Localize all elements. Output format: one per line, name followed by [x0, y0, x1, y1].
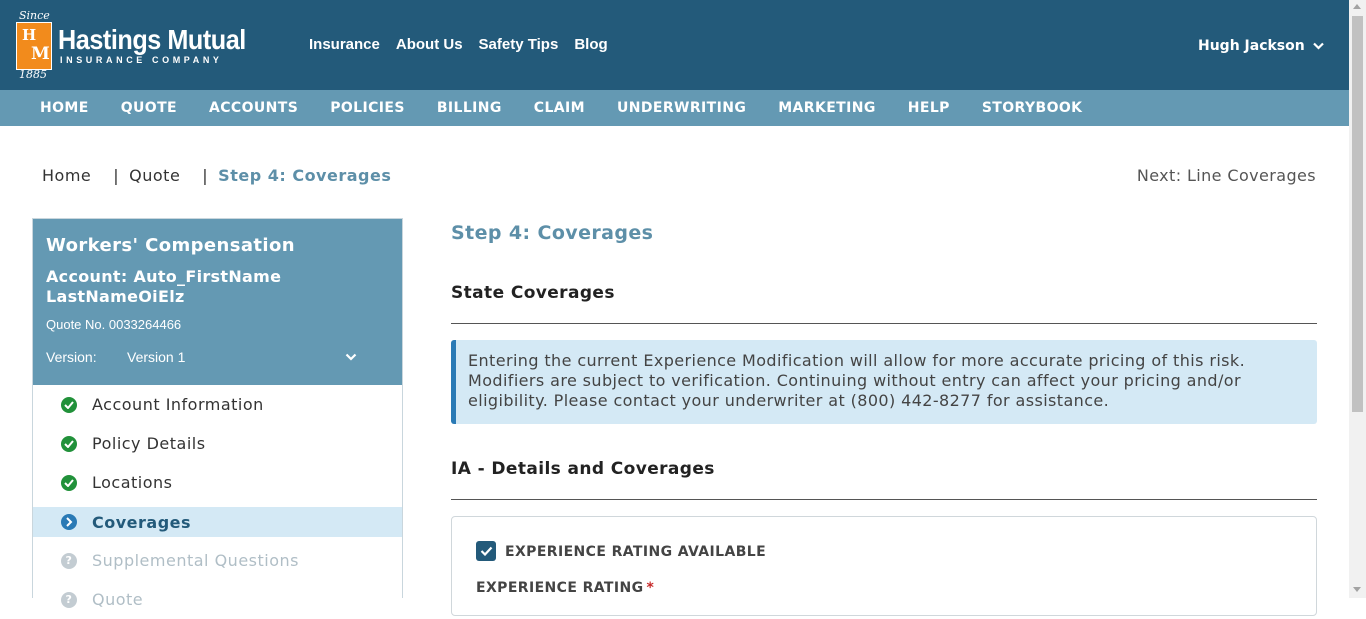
user-menu[interactable]: Hugh Jackson	[1198, 38, 1324, 54]
breadcrumb-current: Step 4: Coverages	[218, 166, 392, 185]
scroll-down-arrow-icon[interactable]	[1353, 587, 1361, 592]
step-label: Coverages	[92, 512, 192, 532]
main-nav-marketing[interactable]: MARKETING	[778, 100, 876, 116]
main-nav-storybook[interactable]: STORYBOOK	[982, 100, 1083, 116]
experience-mod-alert: Entering the current Experience Modifica…	[451, 340, 1317, 424]
breadcrumb-separator: |	[113, 166, 120, 185]
logo-letter-h: H	[22, 26, 37, 44]
step-list: Account Information Policy Details Locat…	[33, 385, 402, 619]
next-step-link[interactable]: Next: Line Coverages	[1137, 166, 1316, 185]
ia-details-heading: IA - Details and Coverages	[451, 459, 715, 479]
quote-sidebar: Workers' Compensation Account: Auto_Firs…	[32, 218, 403, 609]
logo-since-text: Since	[19, 9, 50, 22]
step-label: Policy Details	[92, 434, 206, 453]
breadcrumb: Home | Quote | Step 4: Coverages	[42, 166, 391, 185]
step-account-information[interactable]: Account Information	[33, 385, 402, 424]
page-scrollbar[interactable]	[1349, 0, 1366, 598]
main-nav-billing[interactable]: BILLING	[437, 100, 502, 116]
logo-mark[interactable]: H M	[16, 22, 52, 70]
top-nav-blog[interactable]: Blog	[574, 36, 607, 53]
sidebar-title: Workers' Compensation	[46, 235, 295, 256]
scrollbar-thumb[interactable]	[1352, 16, 1363, 412]
divider	[451, 323, 1317, 324]
main-nav-policies[interactable]: POLICIES	[330, 100, 405, 116]
logo-year-text: 1885	[19, 68, 47, 81]
sidebar-header: Workers' Compensation Account: Auto_Firs…	[33, 219, 402, 385]
required-marker: *	[646, 580, 655, 596]
scroll-up-arrow-icon[interactable]	[1353, 4, 1361, 9]
main-nav-underwriting[interactable]: UNDERWRITING	[617, 100, 746, 116]
checkmark-icon	[480, 546, 492, 556]
check-circle-icon	[61, 474, 77, 491]
chevron-down-icon	[1312, 42, 1324, 50]
main-nav-quote[interactable]: QUOTE	[121, 100, 177, 116]
step-label: Locations	[92, 473, 173, 492]
main-nav-home[interactable]: HOME	[40, 100, 89, 116]
version-value: Version 1	[127, 349, 186, 365]
check-circle-icon	[61, 396, 77, 413]
main-nav-help[interactable]: HELP	[908, 100, 950, 116]
experience-rating-available-checkbox[interactable]	[476, 541, 496, 561]
divider	[451, 499, 1317, 500]
state-coverages-heading: State Coverages	[451, 283, 615, 303]
ia-coverages-panel: EXPERIENCE RATING AVAILABLE EXPERIENCE R…	[451, 516, 1317, 616]
check-circle-icon	[61, 435, 77, 452]
breadcrumb-home[interactable]: Home	[42, 166, 91, 185]
experience-rating-label-text: EXPERIENCE RATING	[476, 580, 644, 596]
page-title: Step 4: Coverages	[451, 222, 654, 244]
chevron-down-icon	[345, 353, 357, 361]
top-nav-about-us[interactable]: About Us	[396, 36, 463, 53]
main-nav-claim[interactable]: CLAIM	[534, 100, 585, 116]
user-name: Hugh Jackson	[1198, 38, 1305, 54]
version-selector[interactable]: Version: Version 1	[46, 349, 389, 365]
step-label: Quote	[92, 590, 144, 609]
top-nav-insurance[interactable]: Insurance	[309, 36, 380, 53]
main-nav-accounts[interactable]: ACCOUNTS	[209, 100, 298, 116]
step-quote[interactable]: ? Quote	[33, 580, 402, 619]
step-supplemental-questions[interactable]: ? Supplemental Questions	[33, 541, 402, 580]
brand-subtitle: INSURANCE COMPANY	[60, 55, 223, 65]
chevron-right-circle-icon	[61, 514, 77, 530]
question-circle-icon: ?	[61, 552, 77, 569]
step-label: Supplemental Questions	[92, 551, 299, 570]
question-circle-icon: ?	[61, 591, 77, 608]
experience-rating-available-label[interactable]: EXPERIENCE RATING AVAILABLE	[505, 544, 766, 560]
experience-rating-label: EXPERIENCE RATING *	[476, 580, 654, 596]
step-policy-details[interactable]: Policy Details	[33, 424, 402, 463]
main-nav: HOME QUOTE ACCOUNTS POLICIES BILLING CLA…	[0, 90, 1349, 126]
sidebar-account: Account: Auto_FirstName LastNameOiElz	[46, 267, 282, 306]
version-label: Version:	[46, 349, 97, 365]
sidebar-quote-number: Quote No. 0033264466	[46, 317, 182, 332]
step-locations[interactable]: Locations	[33, 463, 402, 502]
top-nav-safety-tips[interactable]: Safety Tips	[479, 36, 559, 53]
brand-name[interactable]: Hastings Mutual	[58, 24, 246, 56]
breadcrumb-quote[interactable]: Quote	[129, 166, 180, 185]
logo-letter-m: M	[31, 44, 50, 64]
breadcrumb-separator: |	[202, 166, 209, 185]
top-header: Since H M 1885 Hastings Mutual INSURANCE…	[0, 0, 1349, 90]
step-label: Account Information	[92, 395, 264, 414]
top-nav: Insurance About Us Safety Tips Blog	[309, 36, 608, 53]
step-coverages[interactable]: Coverages	[33, 507, 402, 537]
